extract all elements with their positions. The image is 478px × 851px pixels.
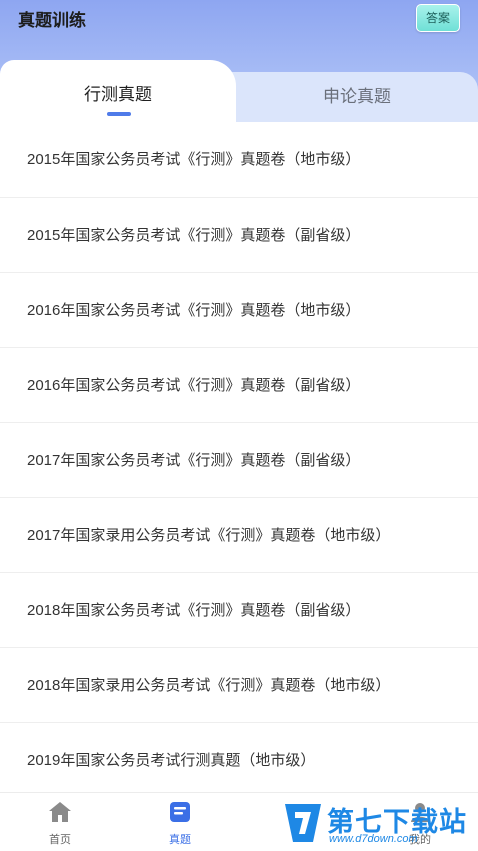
nav-home[interactable]: 首页 — [20, 793, 100, 851]
list-item[interactable]: 2017年国家录用公务员考试《行测》真题卷（地市级） — [0, 498, 478, 573]
watermark: 第七下载站 www.d7down.com — [283, 798, 478, 850]
answer-button[interactable]: 答案 — [416, 4, 460, 32]
list-item[interactable]: 2015年国家公务员考试《行测》真题卷（副省级） — [0, 198, 478, 273]
page-title: 真题训练 — [18, 11, 86, 30]
list-item[interactable]: 2016年国家公务员考试《行测》真题卷（地市级） — [0, 273, 478, 348]
document-icon — [170, 802, 190, 822]
nav-home-label: 首页 — [49, 834, 71, 846]
list-item[interactable]: 2019年国家公务员考试行测真题（地市级） — [0, 723, 478, 798]
list-item[interactable]: 2017年国家公务员考试《行测》真题卷（副省级） — [0, 423, 478, 498]
tab-shenlun-label[interactable]: 申论真题 — [236, 82, 478, 107]
list-item[interactable]: 2015年国家公务员考试《行测》真题卷（地市级） — [0, 122, 478, 198]
nav-zhenti[interactable]: 真题 — [140, 793, 220, 851]
tab-xingce-label[interactable]: 行测真题 — [0, 80, 236, 105]
home-icon — [49, 802, 71, 822]
tab-xingce[interactable]: 行测真题 — [0, 60, 236, 122]
tab-bar: 申论真题 行测真题 — [0, 60, 478, 122]
list-item[interactable]: 2018年国家录用公务员考试《行测》真题卷（地市级） — [0, 648, 478, 723]
exam-list: 2015年国家公务员考试《行测》真题卷（地市级） 2015年国家公务员考试《行测… — [0, 122, 478, 798]
watermark-logo-icon — [285, 804, 321, 842]
list-item[interactable]: 2018年国家公务员考试《行测》真题卷（副省级） — [0, 573, 478, 648]
list-item[interactable]: 2016年国家公务员考试《行测》真题卷（副省级） — [0, 348, 478, 423]
active-tab-indicator — [107, 112, 131, 116]
nav-zhenti-label: 真题 — [169, 834, 191, 846]
watermark-url: www.d7down.com — [329, 833, 418, 845]
